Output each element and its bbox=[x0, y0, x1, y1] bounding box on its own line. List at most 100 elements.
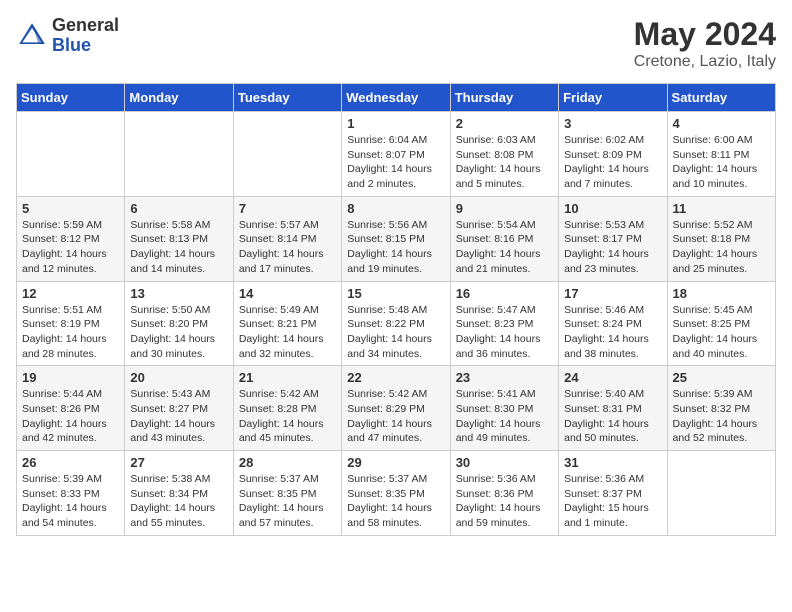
day-header-friday: Friday bbox=[559, 84, 667, 112]
day-header-sunday: Sunday bbox=[17, 84, 125, 112]
day-number: 15 bbox=[347, 286, 444, 301]
cell-content: Sunrise: 5:43 AM Sunset: 8:27 PM Dayligh… bbox=[130, 387, 227, 446]
calendar-cell: 1 Sunrise: 6:04 AM Sunset: 8:07 PM Daylig… bbox=[342, 112, 450, 197]
month-title: May 2024 bbox=[634, 16, 776, 53]
cell-content: Sunrise: 5:41 AM Sunset: 8:30 PM Dayligh… bbox=[456, 387, 553, 446]
calendar-cell: 3 Sunrise: 6:02 AM Sunset: 8:09 PM Daylig… bbox=[559, 112, 667, 197]
calendar-cell: 28Sunrise: 5:37 AM Sunset: 8:35 PM Dayli… bbox=[233, 451, 341, 536]
logo-text: General Blue bbox=[52, 16, 119, 56]
cell-content: Sunrise: 5:56 AM Sunset: 8:15 PM Dayligh… bbox=[347, 218, 444, 277]
calendar-cell: 18 Sunrise: 5:45 AM Sunset: 8:25 PM Dayli… bbox=[667, 281, 775, 366]
day-header-saturday: Saturday bbox=[667, 84, 775, 112]
cell-content: Sunrise: 5:47 AM Sunset: 8:23 PM Dayligh… bbox=[456, 303, 553, 362]
calendar-cell: 23 Sunrise: 5:41 AM Sunset: 8:30 PM Dayli… bbox=[450, 366, 558, 451]
day-number: 5 bbox=[22, 201, 119, 216]
calendar-cell: 24 Sunrise: 5:40 AM Sunset: 8:31 PM Dayli… bbox=[559, 366, 667, 451]
day-number: 9 bbox=[456, 201, 553, 216]
cell-content: Sunrise: 6:04 AM Sunset: 8:07 PM Dayligh… bbox=[347, 133, 444, 192]
cell-content: Sunrise: 6:02 AM Sunset: 8:09 PM Dayligh… bbox=[564, 133, 661, 192]
cell-content: Sunrise: 6:00 AM Sunset: 8:11 PM Dayligh… bbox=[673, 133, 770, 192]
day-number: 24 bbox=[564, 370, 661, 385]
day-number: 25 bbox=[673, 370, 770, 385]
calendar-table: SundayMondayTuesdayWednesdayThursdayFrid… bbox=[16, 83, 776, 536]
calendar-cell: 2Sunrise: 6:03 AM Sunset: 8:08 PM Daylig… bbox=[450, 112, 558, 197]
calendar-cell: 31Sunrise: 5:36 AM Sunset: 8:37 PM Dayli… bbox=[559, 451, 667, 536]
cell-content: Sunrise: 5:39 AM Sunset: 8:32 PM Dayligh… bbox=[673, 387, 770, 446]
calendar-cell bbox=[667, 451, 775, 536]
day-header-monday: Monday bbox=[125, 84, 233, 112]
cell-content: Sunrise: 5:37 AM Sunset: 8:35 PM Dayligh… bbox=[347, 472, 444, 531]
day-number: 6 bbox=[130, 201, 227, 216]
day-header-wednesday: Wednesday bbox=[342, 84, 450, 112]
calendar-cell: 25 Sunrise: 5:39 AM Sunset: 8:32 PM Dayli… bbox=[667, 366, 775, 451]
cell-content: Sunrise: 5:42 AM Sunset: 8:28 PM Dayligh… bbox=[239, 387, 336, 446]
days-header-row: SundayMondayTuesdayWednesdayThursdayFrid… bbox=[17, 84, 776, 112]
cell-content: Sunrise: 5:48 AM Sunset: 8:22 PM Dayligh… bbox=[347, 303, 444, 362]
day-number: 1 bbox=[347, 116, 444, 131]
calendar-cell: 5 Sunrise: 5:59 AM Sunset: 8:12 PM Daylig… bbox=[17, 196, 125, 281]
calendar-cell bbox=[233, 112, 341, 197]
calendar-week-4: 19Sunrise: 5:44 AM Sunset: 8:26 PM Dayli… bbox=[17, 366, 776, 451]
calendar-cell: 30 Sunrise: 5:36 AM Sunset: 8:36 PM Dayli… bbox=[450, 451, 558, 536]
calendar-week-5: 26 Sunrise: 5:39 AM Sunset: 8:33 PM Dayli… bbox=[17, 451, 776, 536]
calendar-cell bbox=[17, 112, 125, 197]
calendar-cell: 29 Sunrise: 5:37 AM Sunset: 8:35 PM Dayli… bbox=[342, 451, 450, 536]
day-number: 11 bbox=[673, 201, 770, 216]
day-number: 18 bbox=[673, 286, 770, 301]
calendar-cell: 8 Sunrise: 5:56 AM Sunset: 8:15 PM Daylig… bbox=[342, 196, 450, 281]
calendar-cell: 27 Sunrise: 5:38 AM Sunset: 8:34 PM Dayli… bbox=[125, 451, 233, 536]
cell-content: Sunrise: 5:44 AM Sunset: 8:26 PM Dayligh… bbox=[22, 387, 119, 446]
cell-content: Sunrise: 5:59 AM Sunset: 8:12 PM Dayligh… bbox=[22, 218, 119, 277]
day-number: 10 bbox=[564, 201, 661, 216]
day-number: 14 bbox=[239, 286, 336, 301]
day-number: 31 bbox=[564, 455, 661, 470]
calendar-cell: 15 Sunrise: 5:48 AM Sunset: 8:22 PM Dayli… bbox=[342, 281, 450, 366]
calendar-cell: 21 Sunrise: 5:42 AM Sunset: 8:28 PM Dayli… bbox=[233, 366, 341, 451]
logo-icon bbox=[16, 20, 48, 52]
calendar-week-1: 1 Sunrise: 6:04 AM Sunset: 8:07 PM Daylig… bbox=[17, 112, 776, 197]
day-header-thursday: Thursday bbox=[450, 84, 558, 112]
day-number: 22 bbox=[347, 370, 444, 385]
calendar-cell: 26 Sunrise: 5:39 AM Sunset: 8:33 PM Dayli… bbox=[17, 451, 125, 536]
calendar-cell: 12 Sunrise: 5:51 AM Sunset: 8:19 PM Dayli… bbox=[17, 281, 125, 366]
cell-content: Sunrise: 5:37 AM Sunset: 8:35 PM Dayligh… bbox=[239, 472, 336, 531]
day-number: 30 bbox=[456, 455, 553, 470]
calendar-cell: 19Sunrise: 5:44 AM Sunset: 8:26 PM Dayli… bbox=[17, 366, 125, 451]
day-number: 7 bbox=[239, 201, 336, 216]
day-number: 27 bbox=[130, 455, 227, 470]
calendar-cell: 6 Sunrise: 5:58 AM Sunset: 8:13 PM Daylig… bbox=[125, 196, 233, 281]
cell-content: Sunrise: 5:36 AM Sunset: 8:36 PM Dayligh… bbox=[456, 472, 553, 531]
calendar-cell: 10 Sunrise: 5:53 AM Sunset: 8:17 PM Dayli… bbox=[559, 196, 667, 281]
day-number: 21 bbox=[239, 370, 336, 385]
calendar-cell bbox=[125, 112, 233, 197]
cell-content: Sunrise: 5:45 AM Sunset: 8:25 PM Dayligh… bbox=[673, 303, 770, 362]
logo: General Blue bbox=[16, 16, 119, 56]
day-number: 23 bbox=[456, 370, 553, 385]
cell-content: Sunrise: 5:38 AM Sunset: 8:34 PM Dayligh… bbox=[130, 472, 227, 531]
day-number: 4 bbox=[673, 116, 770, 131]
calendar-cell: 9 Sunrise: 5:54 AM Sunset: 8:16 PM Daylig… bbox=[450, 196, 558, 281]
title-area: May 2024 Cretone, Lazio, Italy bbox=[634, 16, 776, 71]
calendar-week-2: 5 Sunrise: 5:59 AM Sunset: 8:12 PM Daylig… bbox=[17, 196, 776, 281]
cell-content: Sunrise: 5:57 AM Sunset: 8:14 PM Dayligh… bbox=[239, 218, 336, 277]
calendar-cell: 7 Sunrise: 5:57 AM Sunset: 8:14 PM Daylig… bbox=[233, 196, 341, 281]
day-number: 26 bbox=[22, 455, 119, 470]
cell-content: Sunrise: 5:39 AM Sunset: 8:33 PM Dayligh… bbox=[22, 472, 119, 531]
cell-content: Sunrise: 5:58 AM Sunset: 8:13 PM Dayligh… bbox=[130, 218, 227, 277]
calendar-week-3: 12 Sunrise: 5:51 AM Sunset: 8:19 PM Dayli… bbox=[17, 281, 776, 366]
cell-content: Sunrise: 6:03 AM Sunset: 8:08 PM Dayligh… bbox=[456, 133, 553, 192]
day-header-tuesday: Tuesday bbox=[233, 84, 341, 112]
day-number: 8 bbox=[347, 201, 444, 216]
cell-content: Sunrise: 5:40 AM Sunset: 8:31 PM Dayligh… bbox=[564, 387, 661, 446]
logo-general-text: General bbox=[52, 16, 119, 36]
day-number: 12 bbox=[22, 286, 119, 301]
calendar-cell: 11Sunrise: 5:52 AM Sunset: 8:18 PM Dayli… bbox=[667, 196, 775, 281]
cell-content: Sunrise: 5:54 AM Sunset: 8:16 PM Dayligh… bbox=[456, 218, 553, 277]
day-number: 3 bbox=[564, 116, 661, 131]
cell-content: Sunrise: 5:51 AM Sunset: 8:19 PM Dayligh… bbox=[22, 303, 119, 362]
cell-content: Sunrise: 5:46 AM Sunset: 8:24 PM Dayligh… bbox=[564, 303, 661, 362]
day-number: 16 bbox=[456, 286, 553, 301]
page-header: General Blue May 2024 Cretone, Lazio, It… bbox=[16, 16, 776, 71]
cell-content: Sunrise: 5:53 AM Sunset: 8:17 PM Dayligh… bbox=[564, 218, 661, 277]
day-number: 29 bbox=[347, 455, 444, 470]
